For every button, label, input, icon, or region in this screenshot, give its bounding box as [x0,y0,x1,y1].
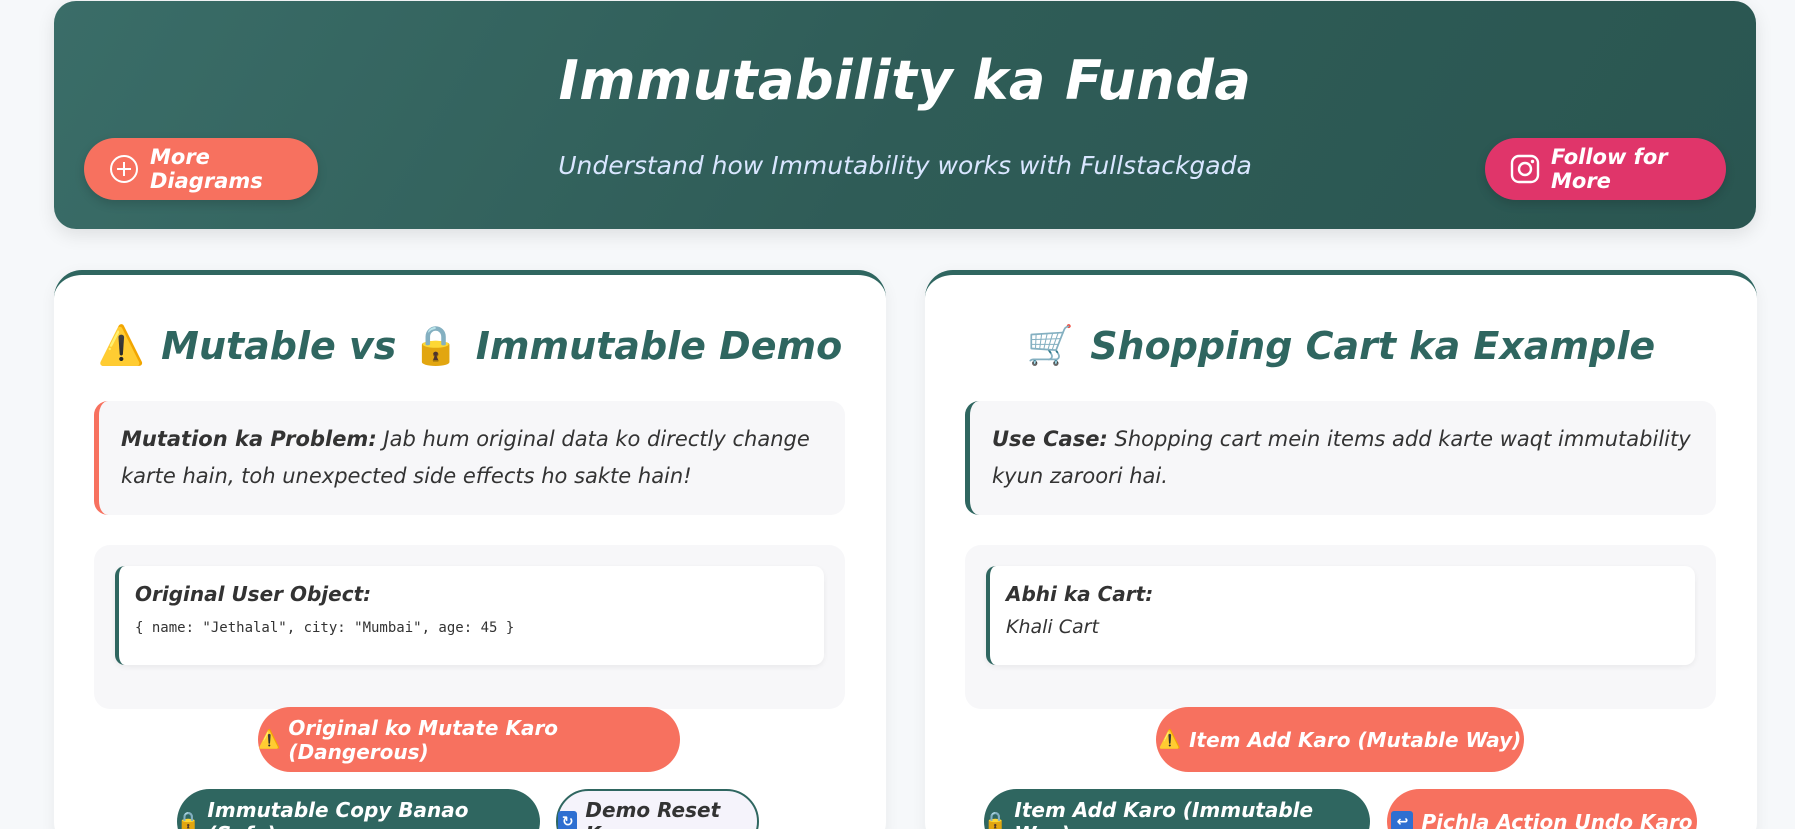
undo-action-button[interactable]: ↩ Pichla Action Undo Karo [1387,789,1697,829]
mutable-demo-card: ⚠️ Mutable vs 🔒 Immutable Demo Mutation … [54,270,886,829]
undo-icon: ↩ [1391,810,1414,829]
add-item-immutable-button[interactable]: 🔒 Item Add Karo (Immutable Way) [984,789,1370,829]
card-title: 🛒 Shopping Cart ka Example [925,323,1757,368]
warning-icon: ⚠️ [1158,729,1182,750]
mutate-original-button[interactable]: ⚠️ Original ko Mutate Karo (Dangerous) [258,707,680,772]
add-item-immutable-label: Item Add Karo (Immutable Way) [1014,797,1314,829]
more-diagrams-button[interactable]: More Diagrams [84,138,318,200]
warning-icon: ⚠️ [258,729,281,750]
lock-icon: 🔒 [412,323,460,367]
card-title: ⚠️ Mutable vs 🔒 Immutable Demo [54,323,886,368]
instagram-icon [1510,154,1540,184]
reset-icon: ↻ [558,810,578,829]
note-heading: Use Case: [992,427,1108,451]
current-cart-box: Abhi ka Cart: Khali Cart [986,566,1695,665]
cart-label: Abhi ka Cart: [1006,582,1154,606]
mutation-problem-note: Mutation ka Problem: Jab hum original da… [94,401,845,515]
card-title-text: Shopping Cart ka Example [1090,323,1656,368]
note-heading: Mutation ka Problem: [121,427,377,451]
lock-icon: 🔒 [177,811,200,829]
immutable-copy-label: Immutable Copy Banao (Safe) [207,797,469,829]
mutate-original-label: Original ko Mutate Karo (Dangerous) [288,715,559,764]
object-value: { name: "Jethalal", city: "Mumbai", age:… [135,620,515,636]
undo-action-label: Pichla Action Undo Karo [1421,809,1693,829]
plus-circle-icon [110,155,138,183]
add-item-mutable-button[interactable]: ⚠️ Item Add Karo (Mutable Way) [1156,707,1524,772]
cart-value: Khali Cart [1006,616,1099,638]
demo-reset-button[interactable]: ↻ Demo Reset Karo [556,789,759,829]
demo-reset-label: Demo Reset Karo [585,797,721,829]
use-case-note: Use Case: Shopping cart mein items add k… [965,401,1716,515]
more-diagrams-label: More Diagrams [150,145,263,193]
lock-icon: 🔒 [984,811,1007,829]
card-title-part2: Immutable Demo [475,323,843,368]
object-panel: Original User Object: { name: "Jethalal"… [94,545,845,709]
warning-icon: ⚠️ [97,323,146,367]
page-title: Immutability ka Funda [558,49,1252,112]
shopping-cart-card: 🛒 Shopping Cart ka Example Use Case: Sho… [925,270,1757,829]
cart-panel: Abhi ka Cart: Khali Cart [965,545,1716,709]
follow-label: Follow for More [1551,145,1668,193]
original-object-box: Original User Object: { name: "Jethalal"… [115,566,824,665]
follow-button[interactable]: Follow for More [1485,138,1726,200]
add-item-mutable-label: Item Add Karo (Mutable Way) [1189,727,1522,752]
shopping-cart-icon: 🛒 [1026,323,1075,367]
object-label: Original User Object: [135,582,372,606]
immutable-copy-button[interactable]: 🔒 Immutable Copy Banao (Safe) [177,789,540,829]
card-title-part1: Mutable vs [161,323,397,368]
